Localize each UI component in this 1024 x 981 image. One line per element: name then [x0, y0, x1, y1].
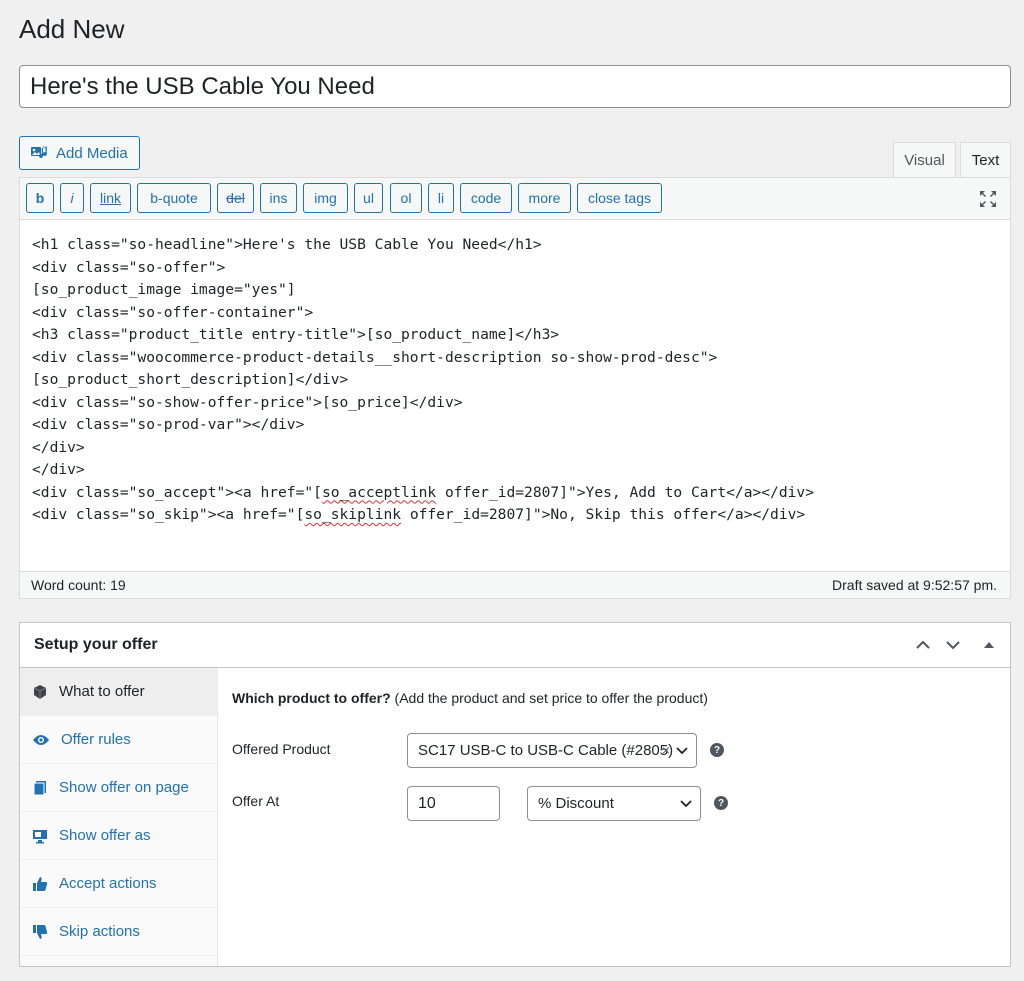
- offered-product-select[interactable]: SC17 USB-C to USB-C Cable (#2805) ×: [407, 733, 697, 768]
- eye-icon: [33, 734, 49, 745]
- code-line: [so_product_image image="yes"]: [32, 281, 296, 298]
- offer-side-nav: What to offer Offer rules Show offer on …: [20, 668, 218, 966]
- qt-code-button[interactable]: code: [460, 183, 512, 213]
- setup-offer-metabox: Setup your offer What to offer Offer rul…: [19, 622, 1011, 967]
- discount-type-select[interactable]: % Discount: [527, 786, 701, 821]
- code-line: <div class="so_skip"><a href="[so_skipli…: [32, 506, 806, 523]
- code-line: <h3 class="product_title entry-title">[s…: [32, 326, 560, 343]
- tab-text[interactable]: Text: [960, 142, 1011, 178]
- add-media-label: Add Media: [56, 144, 128, 162]
- chevron-up-icon[interactable]: [914, 636, 932, 654]
- nav-item-accept-actions[interactable]: Accept actions: [20, 860, 218, 908]
- code-line: <div class="so-prod-var"></div>: [32, 416, 305, 433]
- help-icon[interactable]: ?: [710, 743, 724, 757]
- quicktags-toolbar: b i link b-quote del ins img ul ol li co…: [20, 178, 1010, 220]
- nav-item-label: Show offer as: [59, 827, 151, 844]
- fullscreen-icon[interactable]: [978, 189, 998, 209]
- word-count: Word count: 19: [31, 577, 126, 593]
- code-line: [so_product_short_description]</div>: [32, 371, 349, 388]
- monitor-icon: [33, 829, 47, 843]
- nav-item-what-to-offer[interactable]: What to offer: [20, 668, 218, 716]
- qt-ul-button[interactable]: ul: [354, 183, 383, 213]
- chevron-down-icon: [676, 747, 688, 755]
- panel-heading-bold: Which product to offer?: [232, 690, 391, 706]
- qt-li-button[interactable]: li: [428, 183, 454, 213]
- offered-product-value: SC17 USB-C to USB-C Cable (#2805): [418, 742, 674, 759]
- offer-at-amount-input[interactable]: 10: [407, 786, 500, 821]
- nav-item-show-offer-on-page[interactable]: Show offer on page: [20, 764, 218, 812]
- clear-selection-icon[interactable]: ×: [662, 742, 670, 758]
- collapse-arrow-icon[interactable]: [981, 636, 997, 654]
- qt-img-button[interactable]: img: [303, 183, 348, 213]
- thumbs-down-icon: [33, 924, 48, 939]
- add-media-button[interactable]: Add Media: [19, 136, 140, 170]
- draft-saved-status: Draft saved at 9:52:57 pm.: [832, 577, 997, 593]
- nav-item-label: Accept actions: [59, 875, 157, 892]
- code-line: </div>: [32, 438, 85, 456]
- metabox-title: Setup your offer: [34, 636, 158, 653]
- qt-bold-button[interactable]: b: [26, 183, 54, 213]
- metabox-header: Setup your offer: [20, 623, 1010, 668]
- pages-icon: [33, 780, 46, 795]
- chevron-down-icon: [680, 800, 692, 808]
- nav-item-label: Skip actions: [59, 923, 140, 940]
- chevron-down-icon[interactable]: [944, 636, 962, 654]
- qt-ol-button[interactable]: ol: [390, 183, 422, 213]
- thumbs-up-icon: [33, 876, 48, 891]
- code-line: <div class="so-offer">: [32, 258, 226, 276]
- discount-type-value: % Discount: [538, 795, 614, 812]
- offer-at-label: Offer At: [232, 793, 280, 809]
- code-line: <div class="so-show-offer-price">[so_pri…: [32, 393, 463, 411]
- tab-visual[interactable]: Visual: [893, 142, 956, 178]
- help-icon[interactable]: ?: [714, 796, 728, 810]
- offered-product-label: Offered Product: [232, 741, 331, 757]
- code-textarea[interactable]: <h1 class="so-headline">Here's the USB C…: [20, 220, 1010, 572]
- editor-status-bar: Word count: 19 Draft saved at 9:52:57 pm…: [20, 571, 1010, 598]
- panel-heading-note: (Add the product and set price to offer …: [390, 690, 708, 706]
- qt-link-button[interactable]: link: [90, 183, 131, 213]
- nav-item-offer-rules[interactable]: Offer rules: [20, 716, 218, 764]
- code-line: <div class="so_accept"><a href="[so_acce…: [32, 483, 814, 501]
- nav-item-show-offer-as[interactable]: Show offer as: [20, 812, 218, 860]
- nav-item-label: Show offer on page: [59, 779, 189, 796]
- nav-item-skip-actions[interactable]: Skip actions: [20, 908, 218, 956]
- code-line: <div class="so-offer-container">: [32, 303, 314, 321]
- text-editor: b i link b-quote del ins img ul ol li co…: [19, 177, 1011, 599]
- panel-heading: Which product to offer? (Add the product…: [232, 690, 708, 706]
- qt-close-tags-button[interactable]: close tags: [577, 183, 662, 213]
- code-line: <h1 class="so-headline">Here's the USB C…: [32, 236, 542, 253]
- media-icon: [31, 146, 47, 159]
- nav-item-label: Offer rules: [61, 731, 131, 748]
- page-title: Add New: [19, 14, 125, 44]
- cube-icon: [33, 684, 47, 699]
- qt-more-button[interactable]: more: [518, 183, 571, 213]
- post-title-input[interactable]: Here's the USB Cable You Need: [19, 65, 1011, 108]
- qt-del-button[interactable]: del: [217, 183, 254, 213]
- what-to-offer-panel: Which product to offer? (Add the product…: [232, 668, 1010, 966]
- qt-italic-button[interactable]: i: [60, 183, 84, 213]
- nav-item-label: What to offer: [59, 683, 145, 700]
- code-line: <div class="woocommerce-product-details_…: [32, 348, 718, 366]
- code-line: </div>: [32, 461, 85, 478]
- qt-bquote-button[interactable]: b-quote: [137, 183, 211, 213]
- qt-ins-button[interactable]: ins: [260, 183, 297, 213]
